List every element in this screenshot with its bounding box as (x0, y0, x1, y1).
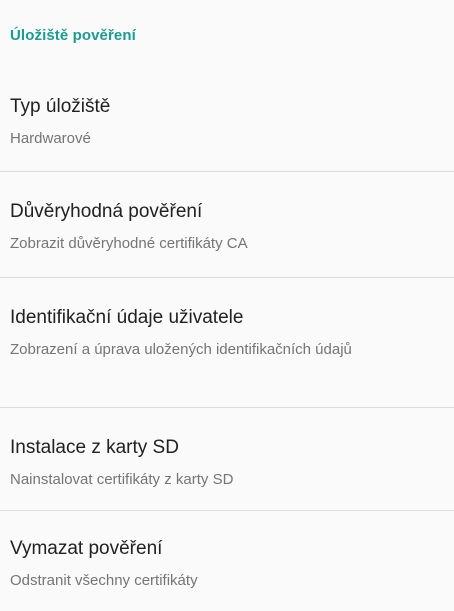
pref-title: Identifikační údaje uživatele (10, 307, 244, 328)
pref-title: Důvěryhodná pověření (10, 201, 203, 222)
pref-summary: Nainstalovat certifikáty z karty SD (10, 471, 234, 488)
section-header: Úložiště pověření (10, 27, 136, 44)
pref-item-install-from-sd[interactable]: Instalace z karty SD Nainstalovat certif… (0, 408, 454, 508)
pref-item-storage-type[interactable]: Typ úložiště Hardwarové (0, 90, 454, 170)
pref-item-user-credentials[interactable]: Identifikační údaje uživatele Zobrazení … (0, 278, 454, 406)
pref-item-trusted-credentials[interactable]: Důvěryhodná pověření Zobrazit důvěryhodn… (0, 172, 454, 276)
pref-summary: Zobrazit důvěryhodné certifikáty CA (10, 235, 248, 252)
credential-storage-screen: Úložiště pověření Typ úložiště Hardwarov… (0, 0, 454, 611)
pref-summary: Zobrazení a úprava uložených identifikač… (10, 341, 352, 358)
pref-item-clear-credentials[interactable]: Vymazat pověření Odstranit všechny certi… (0, 511, 454, 611)
pref-title: Instalace z karty SD (10, 437, 179, 458)
pref-title: Vymazat pověření (10, 538, 163, 559)
pref-summary: Odstranit všechny certifikáty (10, 572, 198, 589)
pref-summary: Hardwarové (10, 130, 91, 147)
pref-title: Typ úložiště (10, 96, 111, 117)
